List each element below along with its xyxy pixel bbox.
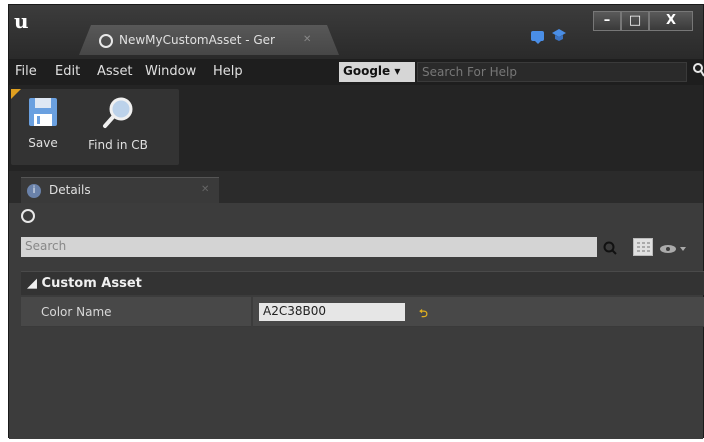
menu-edit[interactable]: Edit [55, 64, 80, 79]
view-options-eye-icon[interactable] [659, 243, 687, 253]
property-row: Color Name A2C38B00 ⮌ [21, 297, 704, 327]
title-bar[interactable]: u NewMyCustomAsset - Ger ✕ – □ X [9, 5, 703, 59]
minimize-button[interactable]: – [593, 11, 621, 31]
find-in-cb-button[interactable]: Find in CB [75, 97, 161, 152]
menu-bar: File Edit Asset Window Help Google ▾ Sea… [9, 59, 704, 85]
property-matrix-button[interactable] [633, 238, 653, 256]
close-button[interactable]: X [649, 11, 693, 31]
details-search-input[interactable]: Search [21, 237, 597, 257]
magnifier-icon [103, 97, 133, 128]
help-search-input[interactable]: Search For Help [417, 62, 687, 82]
toolbar-group: Save Find in CB [11, 89, 179, 165]
unreal-engine-logo: u [14, 9, 29, 33]
column-splitter[interactable] [251, 297, 253, 327]
circle-icon [99, 34, 113, 48]
save-button[interactable]: Save [23, 97, 63, 150]
document-tab[interactable]: NewMyCustomAsset - Ger ✕ [79, 25, 339, 55]
menu-window[interactable]: Window [145, 64, 196, 79]
close-details-tab-icon[interactable]: ✕ [201, 184, 209, 195]
menu-help[interactable]: Help [213, 64, 243, 79]
save-label: Save [28, 136, 58, 150]
dropdown-arrow-icon: ▾ [390, 64, 401, 78]
chat-icon[interactable] [531, 31, 544, 44]
find-in-cb-label: Find in CB [88, 138, 148, 152]
lock-icon[interactable] [21, 209, 35, 223]
graduation-cap-icon[interactable] [551, 27, 567, 43]
search-icon[interactable] [693, 63, 704, 77]
details-tab-label: Details [49, 183, 91, 197]
close-tab-icon[interactable]: ✕ [303, 34, 311, 45]
category-custom-asset[interactable]: ◢ Custom Asset [21, 271, 704, 295]
google-label: Google [343, 64, 391, 78]
editor-window: u NewMyCustomAsset - Ger ✕ – □ X File Ed… [8, 4, 704, 439]
info-icon: i [27, 184, 41, 198]
grid-icon [637, 242, 650, 252]
toolbar: Save Find in CB [9, 85, 703, 171]
window-controls: – □ X [593, 11, 693, 31]
menu-file[interactable]: File [15, 64, 37, 79]
property-name: Color Name [41, 305, 112, 319]
details-search-icon [603, 241, 617, 255]
google-search-dropdown[interactable]: Google ▾ [339, 62, 415, 82]
reset-arrow-icon[interactable]: ⮌ [419, 305, 428, 324]
color-name-field[interactable]: A2C38B00 [259, 303, 405, 321]
tab-details[interactable]: i Details ✕ [21, 177, 219, 203]
document-tab-label: NewMyCustomAsset - Ger [119, 33, 275, 47]
floppy-disk-icon [29, 98, 57, 126]
menu-asset[interactable]: Asset [97, 64, 133, 79]
category-label: ◢ Custom Asset [27, 276, 142, 291]
maximize-button[interactable]: □ [621, 11, 649, 31]
details-panel: Search ◢ Custom Asset Color Name A2C38B0… [9, 203, 704, 439]
